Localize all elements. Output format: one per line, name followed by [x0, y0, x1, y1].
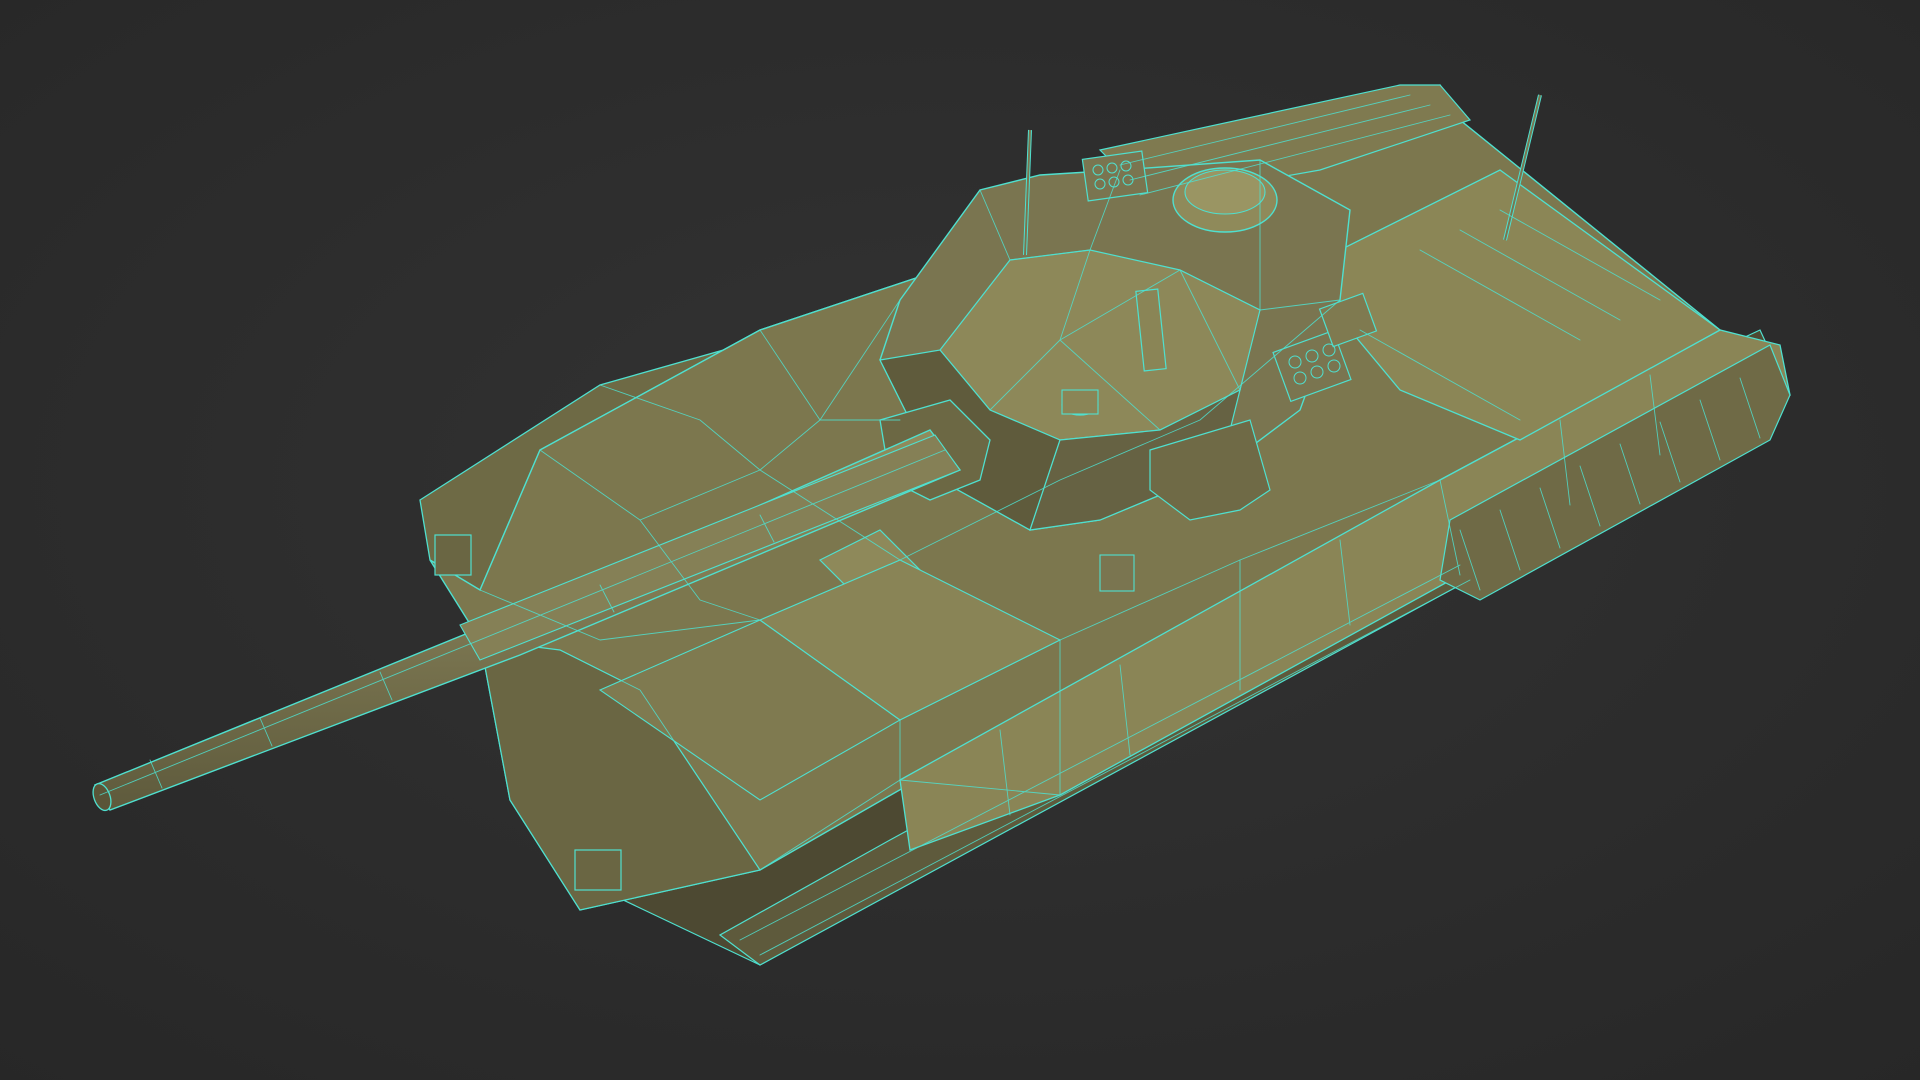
periscope-body [1061, 389, 1099, 415]
tank-wireframe-render [0, 0, 1920, 1080]
commander-cupola-top [1184, 169, 1266, 215]
headlight-bracket [1099, 554, 1135, 592]
tow-bracket-left [434, 534, 472, 576]
viewport [0, 0, 1920, 1080]
smoke-launcher-left [1081, 150, 1149, 202]
tow-bracket-right [574, 849, 622, 891]
